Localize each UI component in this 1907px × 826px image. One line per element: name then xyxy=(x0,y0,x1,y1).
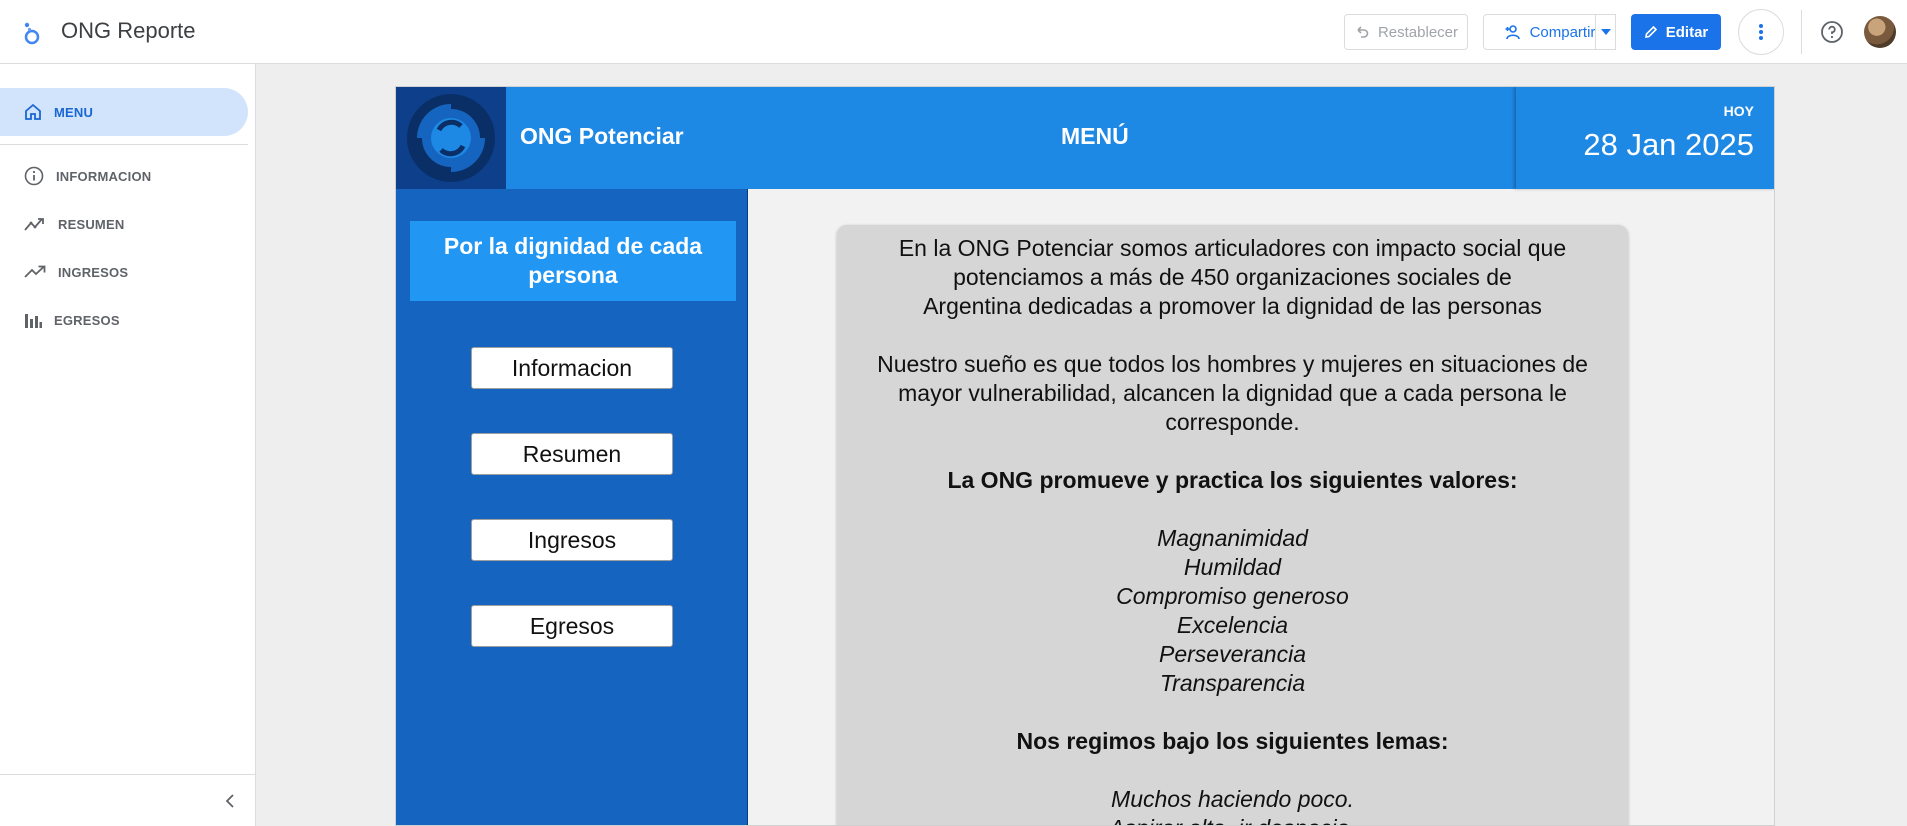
trending-up-icon xyxy=(24,265,46,278)
motto-banner: Por la dignidad de cada persona xyxy=(410,221,736,301)
add-person-icon xyxy=(1505,25,1520,40)
ong-potenciar-logo-icon xyxy=(407,94,495,182)
sidebar-item-menu[interactable]: MENU xyxy=(0,88,248,136)
reset-label: Restablecer xyxy=(1377,23,1459,41)
looker-studio-logo-icon xyxy=(24,22,40,45)
dream-line: corresponde. xyxy=(1165,409,1300,435)
sidebar-item-label: MENU xyxy=(54,104,94,120)
sidebar-item-label: EGRESOS xyxy=(54,312,120,328)
more-options-button[interactable] xyxy=(1738,9,1784,55)
value-item: Perseverancia xyxy=(1158,641,1307,667)
sidebar-item-label: INGRESOS xyxy=(58,264,129,280)
resumen-button[interactable]: Resumen xyxy=(471,433,673,475)
more-vert-icon xyxy=(1759,24,1763,40)
motto-item: Muchos haciendo poco. xyxy=(1111,786,1354,812)
trend-chart-icon xyxy=(24,218,44,231)
value-item: Excelencia xyxy=(1176,612,1289,638)
sidebar-divider xyxy=(0,144,248,145)
app-title: ONG Reporte xyxy=(61,18,196,43)
about-card: En la ONG Potenciar somos articuladores … xyxy=(837,225,1628,825)
toolbar-divider xyxy=(1801,10,1802,54)
sidebar-item-resumen[interactable]: RESUMEN xyxy=(0,200,248,248)
edit-button[interactable]: Editar xyxy=(1631,14,1721,50)
value-item: Compromiso generoso xyxy=(1116,583,1349,609)
values-heading: La ONG promueve y practica los siguiente… xyxy=(947,467,1518,493)
value-item: Humildad xyxy=(1183,554,1282,580)
ingresos-button[interactable]: Ingresos xyxy=(471,519,673,561)
user-avatar[interactable] xyxy=(1864,16,1896,48)
chevron-left-icon xyxy=(225,794,234,808)
share-label: Compartir xyxy=(1529,23,1596,41)
page-title: MENÚ xyxy=(1061,123,1129,149)
top-bar: ONG Reporte Restablecer Compartir Editar xyxy=(0,0,1907,64)
reset-button[interactable]: Restablecer xyxy=(1344,14,1468,50)
sidebar-footer-divider xyxy=(0,774,256,775)
dream-line: mayor vulnerabilidad, alcancen la dignid… xyxy=(898,380,1567,406)
sidebar-item-informacion[interactable]: INFORMACION xyxy=(0,152,248,200)
sidebar-item-ingresos[interactable]: INGRESOS xyxy=(0,248,248,296)
sidebar-item-label: RESUMEN xyxy=(58,216,125,232)
date-value: 28 Jan 2025 xyxy=(1583,127,1754,162)
sidebar-nav: MENU INFORMACION RESUMEN INGRESOS EGRESO… xyxy=(0,64,256,826)
sidebar-item-egresos[interactable]: EGRESOS xyxy=(0,296,248,344)
org-logo xyxy=(396,87,506,189)
undo-icon xyxy=(1357,26,1369,38)
sidebar-item-label: INFORMACION xyxy=(56,168,152,184)
report-canvas: ONG Potenciar MENÚ HOY 28 Jan 2025 Por l… xyxy=(395,86,1775,826)
intro-line: Argentina dedicadas a promover la dignid… xyxy=(923,293,1542,319)
bar-chart-icon xyxy=(25,314,42,328)
egresos-button[interactable]: Egresos xyxy=(471,605,673,647)
info-icon xyxy=(24,166,44,186)
dream-line: Nuestro sueño es que todos los hombres y… xyxy=(877,351,1588,377)
mottos-heading: Nos regimos bajo los siguientes lemas: xyxy=(1016,728,1449,754)
pencil-icon xyxy=(1644,25,1657,38)
date-label: HOY xyxy=(1723,103,1754,119)
caret-down-icon xyxy=(1601,29,1611,35)
informacion-button[interactable]: Informacion xyxy=(471,347,673,389)
date-panel: HOY 28 Jan 2025 xyxy=(1516,87,1774,189)
value-item: Magnanimidad xyxy=(1157,525,1308,551)
edit-label: Editar xyxy=(1665,23,1709,41)
share-dropdown-button[interactable] xyxy=(1595,14,1616,50)
motto-item: Aspirar alto, ir despacio. xyxy=(837,814,1628,825)
org-name: ONG Potenciar xyxy=(520,123,684,149)
intro-line: En la ONG Potenciar somos articuladores … xyxy=(898,235,1567,261)
intro-line: potenciamos a más de 450 organizaciones … xyxy=(953,264,1512,290)
menu-panel: Por la dignidad de cada persona Informac… xyxy=(396,189,748,825)
help-icon[interactable] xyxy=(1820,20,1844,44)
collapse-sidebar-button[interactable] xyxy=(218,789,242,813)
home-icon xyxy=(25,103,41,120)
value-item: Transparencia xyxy=(1159,670,1306,696)
